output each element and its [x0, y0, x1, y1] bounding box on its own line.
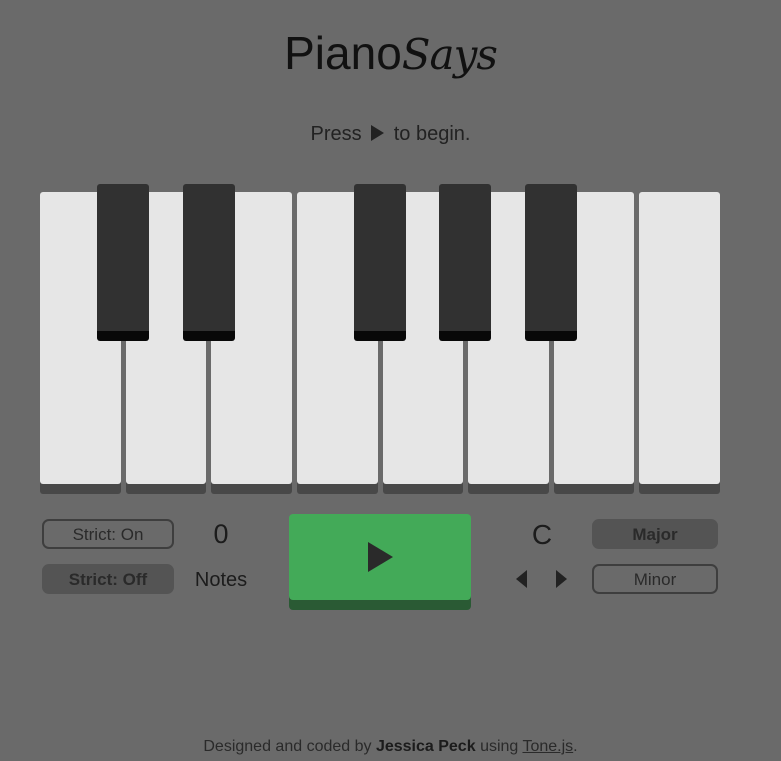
minor-button[interactable]: Minor: [592, 564, 718, 594]
black-key-g-sharp[interactable]: [439, 184, 491, 341]
app-page: PianoSays Press to begin. Strict: On Str…: [0, 0, 781, 761]
footer-prefix: Designed and coded by: [203, 738, 372, 755]
instruction-text: Press to begin.: [0, 122, 781, 146]
note-count: 0: [213, 519, 229, 549]
white-key-c-high[interactable]: [639, 192, 720, 484]
caret-right-icon: [556, 570, 567, 588]
piano-keyboard: [40, 184, 721, 494]
notes-label: Notes: [194, 569, 248, 591]
title-main: Piano: [284, 27, 402, 79]
play-icon: [371, 125, 385, 141]
instruction-after: to begin.: [393, 123, 471, 145]
previous-key-button[interactable]: [515, 569, 529, 589]
footer-suffix: .: [573, 738, 578, 755]
major-button[interactable]: Major: [592, 519, 718, 549]
footer: Designed and coded by Jessica Peck using…: [0, 738, 781, 756]
strict-off-button[interactable]: Strict: Off: [42, 564, 174, 594]
title-script: Says: [401, 30, 498, 79]
black-key-f-sharp[interactable]: [354, 184, 406, 341]
black-key-c-sharp[interactable]: [97, 184, 149, 341]
play-button[interactable]: [289, 514, 471, 600]
instruction-before: Press: [310, 123, 362, 145]
footer-author: Jessica Peck: [375, 738, 476, 755]
strict-on-button[interactable]: Strict: On: [42, 519, 174, 549]
caret-left-icon: [516, 570, 527, 588]
footer-middle: using: [480, 738, 519, 755]
black-key-a-sharp[interactable]: [525, 184, 577, 341]
tonejs-link[interactable]: Tone.js: [522, 738, 573, 755]
play-icon: [368, 542, 393, 572]
app-title: PianoSays: [0, 28, 781, 80]
next-key-button[interactable]: [554, 569, 568, 589]
black-key-d-sharp[interactable]: [183, 184, 235, 341]
key-name: C: [531, 519, 553, 550]
